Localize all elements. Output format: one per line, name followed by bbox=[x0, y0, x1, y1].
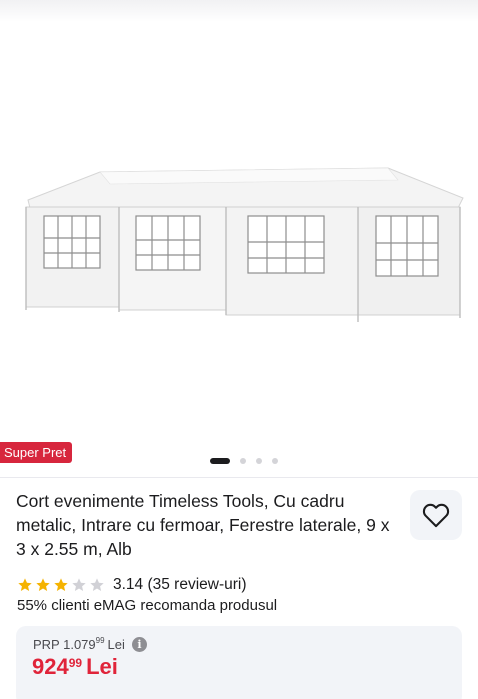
price-decimals: 99 bbox=[68, 656, 83, 670]
current-price: 924 99 Lei bbox=[32, 654, 118, 680]
star-icon bbox=[18, 578, 32, 591]
gallery-pagination[interactable] bbox=[210, 458, 278, 464]
prp-price: PRP 1.079 99 Lei i bbox=[33, 636, 147, 652]
price-integer: 924 bbox=[32, 654, 69, 679]
star-icon bbox=[36, 578, 50, 591]
prp-label: PRP 1.079 bbox=[33, 637, 96, 652]
star-icon bbox=[72, 578, 86, 591]
price-currency: Lei bbox=[86, 654, 118, 679]
price-box: PRP 1.079 99 Lei i 924 99 Lei bbox=[16, 626, 462, 699]
gallery-dot[interactable] bbox=[240, 458, 246, 464]
star-icon bbox=[90, 578, 104, 591]
super-pret-badge: Super Pret bbox=[0, 442, 73, 463]
prp-currency: Lei bbox=[107, 637, 125, 652]
tent-product-image[interactable] bbox=[18, 150, 468, 340]
rating-row[interactable]: 3.14 (35 review-uri) bbox=[17, 575, 247, 595]
heart-outline-icon bbox=[422, 503, 450, 528]
add-to-favorites-button[interactable] bbox=[410, 490, 462, 540]
gallery-dot[interactable] bbox=[256, 458, 262, 464]
product-title: Cort evenimente Timeless Tools, Cu cadru… bbox=[16, 491, 390, 559]
star-icon bbox=[54, 578, 68, 591]
rating-stars bbox=[17, 577, 105, 593]
gallery-dot-active[interactable] bbox=[210, 458, 230, 464]
info-icon[interactable]: i bbox=[131, 637, 147, 652]
product-image-gallery[interactable]: Super Pret bbox=[0, 0, 478, 478]
prp-decimals: 99 bbox=[95, 636, 105, 645]
top-shadow bbox=[0, 0, 478, 22]
gallery-dot[interactable] bbox=[272, 458, 278, 464]
rating-text[interactable]: 3.14 (35 review-uri) bbox=[113, 576, 247, 594]
recommendation-text: 55% clienti eMAG recomanda produsul bbox=[17, 597, 278, 614]
